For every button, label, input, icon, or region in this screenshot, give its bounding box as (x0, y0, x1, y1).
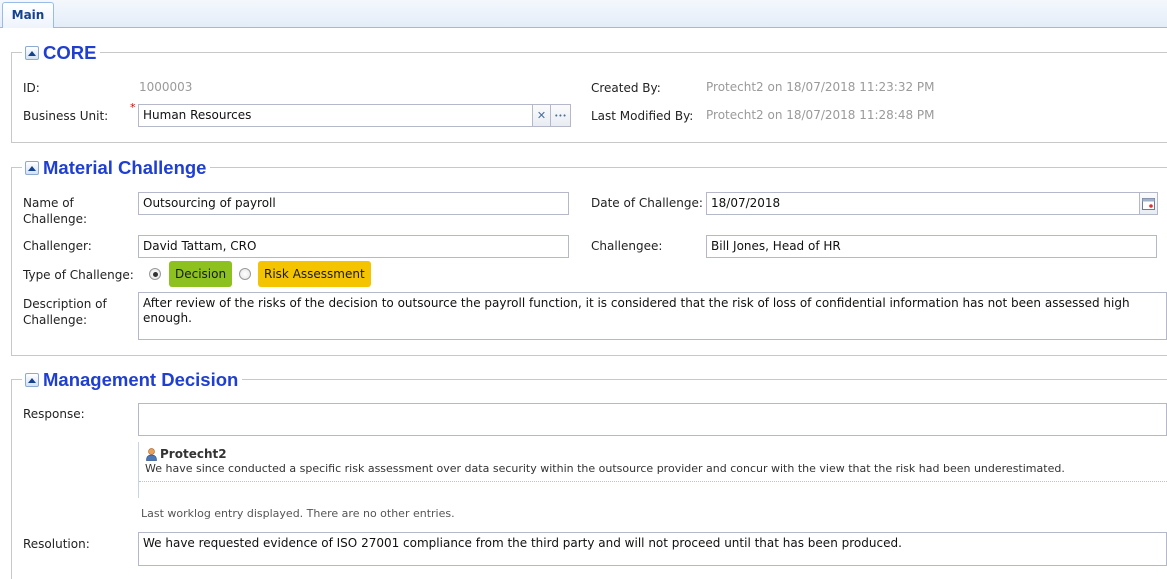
created-by-label: Created By: (591, 81, 661, 95)
date-of-challenge-field[interactable]: 18/07/2018 (706, 192, 1140, 215)
core-section (11, 52, 1167, 143)
challenger-field[interactable]: David Tattam, CRO (138, 235, 569, 258)
last-modified-label: Last Modified By: (591, 109, 694, 123)
core-legend: CORE (22, 41, 101, 65)
worklog-entry-header: Protecht2 (146, 447, 227, 461)
business-unit-field[interactable]: Human Resources (138, 104, 533, 127)
decision-option[interactable]: Decision (169, 261, 233, 287)
calendar-icon (1142, 197, 1155, 210)
tab-strip (0, 0, 1167, 28)
core-title: CORE (43, 42, 97, 63)
date-of-challenge-label: Date of Challenge: (591, 196, 703, 210)
core-collapse-button[interactable] (25, 46, 39, 60)
worklog-note: Last worklog entry displayed. There are … (141, 507, 455, 520)
worklog-divider (139, 481, 1167, 482)
resolution-textarea[interactable]: We have requested evidence of ISO 27001 … (138, 532, 1167, 566)
description-textarea[interactable]: After review of the risks of the decisio… (138, 292, 1167, 340)
management-decision-title: Management Decision (43, 369, 239, 390)
business-unit-browse-button[interactable]: ••• (550, 104, 571, 127)
worklog-user: Protecht2 (160, 447, 227, 461)
name-label-line1: Name of (23, 196, 74, 210)
tab-main[interactable]: Main (2, 2, 54, 28)
material-challenge-legend: Material Challenge (22, 156, 211, 180)
type-of-challenge-label: Type of Challenge: (23, 268, 134, 282)
challenger-label: Challenger: (23, 239, 92, 253)
risk-assessment-option[interactable]: Risk Assessment (258, 261, 371, 287)
challengee-label: Challengee: (591, 239, 663, 253)
risk-assessment-option-label: Risk Assessment (264, 267, 365, 281)
collapse-arrow-icon (28, 165, 36, 171)
id-value: 1000003 (139, 80, 193, 94)
id-label: ID: (23, 81, 40, 95)
more-icon: ••• (554, 111, 567, 120)
description-label: Description of Challenge: (23, 296, 107, 328)
worklog-text: We have since conducted a specific risk … (145, 462, 1065, 475)
clear-icon: ✕ (536, 109, 547, 122)
business-unit-clear-button[interactable]: ✕ (532, 104, 551, 127)
management-decision-collapse-button[interactable] (25, 373, 39, 387)
description-label-line1: Description of (23, 297, 107, 311)
material-challenge-title: Material Challenge (43, 157, 207, 178)
required-star: * (130, 101, 136, 114)
name-label-line2: Challenge: (23, 212, 88, 226)
business-unit-label: Business Unit: (23, 109, 109, 123)
user-icon (146, 447, 157, 461)
response-label: Response: (23, 407, 85, 421)
name-of-challenge-field[interactable]: Outsourcing of payroll (138, 192, 569, 215)
risk-assessment-radio[interactable] (239, 268, 251, 280)
material-challenge-collapse-button[interactable] (25, 161, 39, 175)
collapse-arrow-icon (28, 377, 36, 383)
date-picker-button[interactable] (1139, 192, 1158, 215)
description-label-line2: Challenge: (23, 313, 88, 327)
management-decision-legend: Management Decision (22, 368, 243, 392)
collapse-arrow-icon (28, 50, 36, 56)
name-of-challenge-label: Name of Challenge: (23, 195, 87, 227)
last-modified-value: Protecht2 on 18/07/2018 11:28:48 PM (706, 108, 935, 122)
decision-option-label: Decision (175, 267, 227, 281)
resolution-label: Resolution: (23, 537, 90, 551)
decision-radio[interactable] (149, 268, 161, 280)
response-textarea[interactable] (138, 403, 1167, 436)
challengee-field[interactable]: Bill Jones, Head of HR (706, 235, 1157, 258)
created-by-value: Protecht2 on 18/07/2018 11:23:32 PM (706, 80, 935, 94)
